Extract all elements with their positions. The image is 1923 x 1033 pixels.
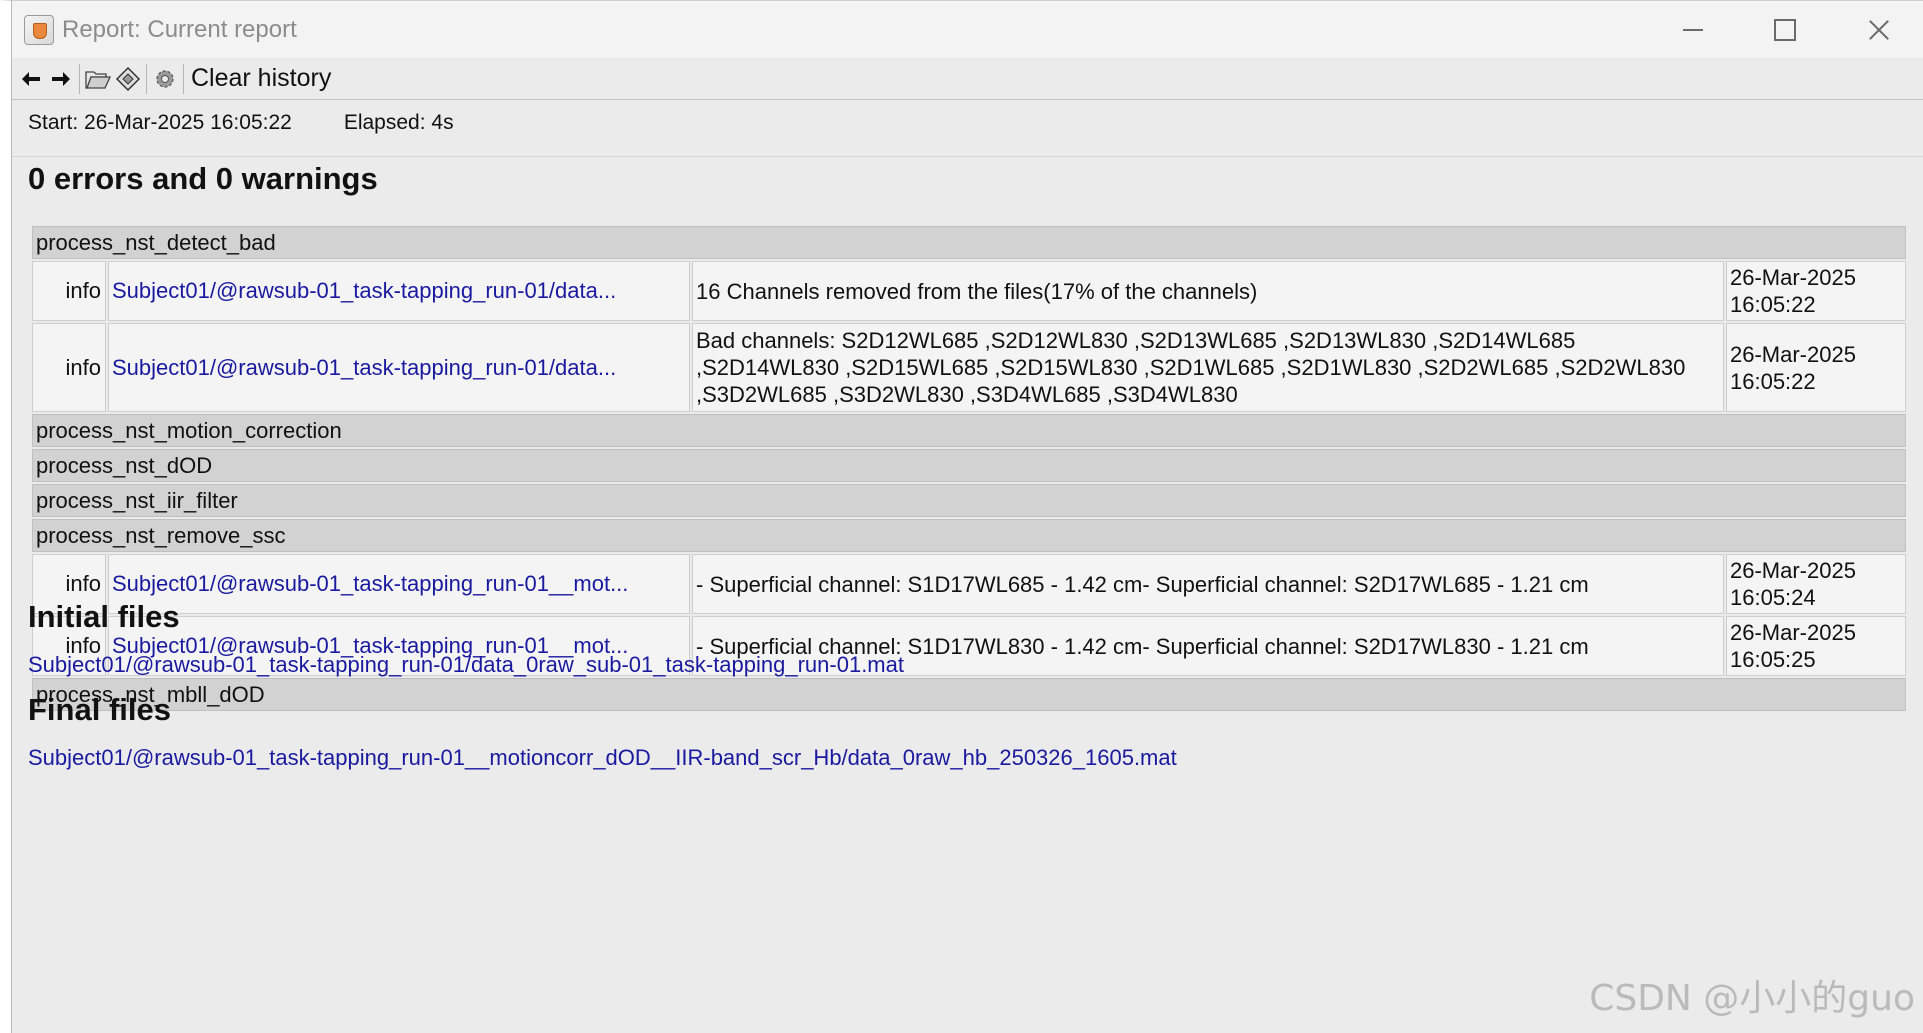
entry-date: 26-Mar-2025 (1730, 341, 1856, 367)
process-name: process_nst_mbll_dOD (32, 678, 1906, 711)
report-entry-row: info Subject01/@rawsub-01_task-tapping_ru… (32, 261, 1906, 321)
process-row: process_nst_dOD (32, 449, 1906, 482)
process-report-table: process_nst_detect_bad info Subject01/@raw… (30, 224, 1908, 713)
process-name: process_nst_dOD (32, 449, 1906, 482)
entry-timestamp: 26-Mar-2025 16:05:22 (1726, 261, 1906, 321)
entry-timestamp: 26-Mar-2025 16:05:24 (1726, 554, 1906, 614)
entry-message: 16 Channels removed from the files(17% o… (692, 261, 1724, 321)
entry-date: 26-Mar-2025 (1730, 620, 1856, 645)
process-row: process_nst_motion_correction (32, 414, 1906, 447)
entry-message: Bad channels: S2D12WL685 ,S2D12WL830 ,S2… (692, 323, 1724, 412)
report-content: Start: 26-Mar-2025 16:05:22 Elapsed: 4s 0… (12, 101, 1923, 1033)
initial-files-heading: Initial files (28, 599, 180, 634)
entry-time: 16:05:22 (1730, 368, 1816, 394)
entry-timestamp: 26-Mar-2025 16:05:22 (1726, 323, 1906, 412)
forward-arrow-icon[interactable] (46, 64, 76, 94)
process-name: process_nst_detect_bad (32, 226, 1906, 259)
process-row: process_nst_iir_filter (32, 484, 1906, 517)
entry-time: 16:05:25 (1730, 647, 1816, 672)
initial-file-link[interactable]: Subject01/@rawsub-01_task-tapping_run-01… (28, 652, 904, 678)
entry-time: 16:05:24 (1730, 585, 1816, 610)
final-files-heading: Final files (28, 692, 171, 727)
entry-time: 16:05:22 (1730, 292, 1816, 317)
matlab-app-icon (24, 14, 54, 45)
process-name: process_nst_motion_correction (32, 414, 1906, 447)
entry-file-link[interactable]: Subject01/@rawsub-01_task-tapping_run-01… (108, 554, 690, 614)
toolbar-separator (146, 63, 147, 94)
process-row: process_nst_remove_ssc (32, 519, 1906, 552)
toolbar: Clear history (12, 58, 1923, 100)
error-summary: 0 errors and 0 warnings (28, 161, 378, 196)
process-name: process_nst_remove_ssc (32, 519, 1906, 552)
entry-level: info (32, 261, 106, 321)
tag-icon[interactable] (113, 64, 143, 94)
process-row: process_nst_detect_bad (32, 226, 1906, 259)
watermark: CSDN @小小的guo (1589, 978, 1915, 1019)
title-bar: Report: Current report (12, 1, 1923, 58)
window-controls (1647, 1, 1923, 58)
process-row: process_nst_mbll_dOD (32, 678, 1906, 711)
minimize-button[interactable] (1647, 1, 1739, 58)
start-time: Start: 26-Mar-2025 16:05:22 (28, 111, 292, 134)
entry-file-link[interactable]: Subject01/@rawsub-01_task-tapping_run-01… (108, 323, 690, 412)
final-file-link[interactable]: Subject01/@rawsub-01_task-tapping_run-01… (28, 745, 1177, 771)
entry-date: 26-Mar-2025 (1730, 265, 1856, 290)
entry-date: 26-Mar-2025 (1730, 558, 1856, 583)
entry-message: - Superficial channel: S1D17WL685 - 1.42… (692, 554, 1724, 614)
entry-timestamp: 26-Mar-2025 16:05:25 (1726, 616, 1906, 676)
process-name: process_nst_iir_filter (32, 484, 1906, 517)
report-window: Report: Current report Clear history Sta (0, 0, 1923, 1033)
report-entry-row: info Subject01/@rawsub-01_task-tapping_ru… (32, 323, 1906, 412)
clear-history-button[interactable]: Clear history (191, 64, 331, 93)
report-entry-row: info Subject01/@rawsub-01_task-tapping_ru… (32, 554, 1906, 614)
close-button[interactable] (1831, 1, 1923, 58)
gear-icon[interactable] (150, 64, 180, 94)
entry-file-link[interactable]: Subject01/@rawsub-01_task-tapping_run-01… (108, 261, 690, 321)
run-info: Start: 26-Mar-2025 16:05:22 Elapsed: 4s (28, 111, 454, 135)
open-folder-icon[interactable] (83, 64, 113, 94)
maximize-button[interactable] (1739, 1, 1831, 58)
toolbar-separator (183, 63, 184, 94)
entry-level: info (32, 323, 106, 412)
window-title: Report: Current report (62, 15, 297, 43)
toolbar-separator (79, 63, 80, 94)
elapsed-time: Elapsed: 4s (343, 111, 454, 134)
back-arrow-icon[interactable] (16, 64, 46, 94)
